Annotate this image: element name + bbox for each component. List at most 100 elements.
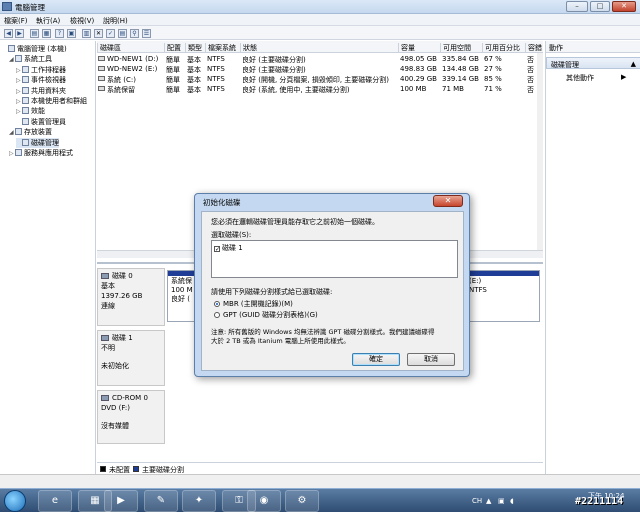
taskbar-media-player-icon[interactable]: ▶ — [104, 490, 138, 512]
tree-item[interactable]: ▷ 效能 — [16, 106, 45, 116]
table-cell: 339.14 GB — [442, 75, 479, 83]
tree-item[interactable]: 磁碟管理 — [16, 137, 59, 148]
delete-icon[interactable]: ✕ — [94, 29, 103, 38]
volume-icon[interactable]: ◖ — [510, 497, 514, 505]
forward-icon[interactable]: ▶ — [15, 29, 24, 38]
taskbar-computer-management-icon[interactable]: ⚙ — [285, 490, 319, 512]
tray-arrow-icon[interactable]: ▲ — [486, 497, 491, 505]
taskbar-app-orange-icon[interactable]: ✦ — [182, 490, 216, 512]
input-language[interactable]: CH — [472, 497, 482, 505]
tree-item[interactable]: 裝置管理員 — [16, 117, 66, 127]
folder-icon[interactable]: ▤ — [30, 29, 39, 38]
partition-e[interactable]: (E:) NTFS — [465, 270, 540, 322]
navigation-tree: 電腦管理 (本機) ◢ 系統工具 ▷ 工作排程器 ▷ 事件檢視器 ▷ 共用資料夾 ▷ 本機使用者和群… — [0, 41, 96, 474]
disk-select-list[interactable]: ✓ 磁碟 1 — [211, 240, 458, 278]
column-header[interactable]: 狀態 — [240, 43, 257, 53]
tree-item[interactable]: ▷ 服務與應用程式 — [9, 148, 73, 158]
tree-node-icon — [22, 86, 29, 94]
console-icon[interactable]: ▣ — [67, 29, 76, 38]
tree-node-icon — [15, 149, 22, 156]
taskbar-paint-icon[interactable]: ✎ — [144, 490, 178, 512]
disk-checkbox[interactable]: ✓ — [214, 246, 220, 253]
tree-item-label: 系統工具 — [24, 55, 52, 64]
title-bar[interactable]: 電腦管理 – □ ✕ — [0, 0, 640, 14]
taskbar: e ▦ ▶ ✎ ✦ ⚿ ◉ ⚙ CH ▲ ▣ ◖ 下午 10:24 — [0, 488, 640, 512]
disk-list-item[interactable]: ✓ 磁碟 1 — [214, 243, 243, 253]
volume-icon — [98, 76, 105, 81]
actions-section-label: 磁碟管理 — [551, 61, 579, 69]
menu-bar: 檔案(F) 執行(A) 檢視(V) 說明(H) — [0, 14, 640, 26]
tree-item-label: 磁碟管理 — [31, 138, 59, 147]
disk-1-label[interactable]: 磁碟 1 不明 未初始化 — [97, 330, 165, 386]
gpt-radio[interactable] — [214, 312, 220, 318]
initialize-disk-dialog: 初始化磁碟 ✕ 您必須在邏輯磁碟管理員能存取它之前初始一個磁碟。 選取磁碟(S)… — [194, 193, 470, 377]
table-cell: 67 % — [484, 55, 502, 63]
partition-system-reserved[interactable]: 系統保 100 M 良好 ( — [167, 270, 197, 322]
partition-name: 系統保 — [171, 277, 192, 285]
column-header[interactable]: 配置 — [164, 43, 181, 53]
menu-view[interactable]: 檢視(V) — [70, 16, 94, 26]
maximize-button[interactable]: □ — [590, 1, 610, 12]
start-button[interactable] — [4, 490, 26, 512]
close-button[interactable]: ✕ — [612, 1, 636, 12]
dialog-intro: 您必須在邏輯磁碟管理員能存取它之前初始一個磁碟。 — [211, 218, 379, 226]
network-icon[interactable]: ▣ — [498, 497, 505, 505]
export-icon[interactable]: ▥ — [82, 29, 91, 38]
tree-item-label: 效能 — [31, 107, 45, 116]
tree-item[interactable]: ▷ 事件檢視器 — [16, 75, 66, 85]
gpt-option[interactable]: GPT (GUID 磁碟分割表格)(G) — [214, 310, 318, 320]
table-cell: WD-NEW1 (D:) — [107, 55, 159, 63]
cancel-button[interactable]: 取消 — [407, 353, 455, 366]
table-row[interactable]: 系統 (C:) 簡單 基本 NTFS 良好 (開機, 分頁檔案, 損毀傾印, 主要磁碟分… — [97, 74, 543, 84]
taskbar-ie-icon[interactable]: e — [38, 490, 72, 512]
table-cell: 335.84 GB — [442, 55, 479, 63]
status-bar — [0, 474, 640, 488]
tree-node-icon — [15, 55, 22, 63]
volume-list-scrollbar[interactable] — [537, 53, 543, 253]
tree-item[interactable]: ◢ 存放裝置 — [9, 127, 52, 137]
tree-item-label: 工作排程器 — [31, 65, 66, 74]
tree-item[interactable]: ◢ 系統工具 — [9, 54, 52, 64]
table-row[interactable]: 系統保留 簡單 基本 NTFS 良好 (系統, 使用中, 主要磁碟分割) 100 MB 71… — [97, 84, 543, 94]
taskbar-chrome-icon[interactable]: ◉ — [247, 490, 281, 512]
tree-item[interactable]: ▷ 工作排程器 — [16, 65, 66, 75]
cdrom-0-label[interactable]: CD-ROM 0 DVD (F:) 沒有媒體 — [97, 390, 165, 444]
back-icon[interactable]: ◀ — [4, 29, 13, 38]
column-header[interactable]: 可用百分比 — [482, 43, 520, 53]
table-row[interactable]: WD-NEW1 (D:) 簡單 基本 NTFS 良好 (主要磁碟分割) 498.05 GB… — [97, 54, 543, 64]
legend-unallocated-swatch — [100, 466, 106, 472]
minimize-button[interactable]: – — [566, 1, 588, 12]
disk-0-label[interactable]: 磁碟 0 基本 1397.26 GB 連線 — [97, 268, 165, 326]
tree-item-label: 服務與應用程式 — [24, 149, 73, 157]
actions-section-disk-management[interactable]: 磁碟管理 ▲ — [546, 57, 640, 69]
column-header[interactable]: 容錯 — [525, 43, 542, 53]
tree-item[interactable]: 電腦管理 (本機) — [2, 44, 67, 54]
volume-icon — [98, 86, 105, 91]
column-header[interactable]: 容量 — [398, 43, 415, 53]
table-cell: 簡單 — [166, 86, 180, 94]
more-actions[interactable]: 其他動作 ▶ — [566, 73, 626, 83]
open-folder-icon[interactable]: ▤ — [118, 29, 127, 38]
dialog-body: 您必須在邏輯磁碟管理員能存取它之前初始一個磁碟。 選取磁碟(S): ✓ 磁碟 1 … — [201, 211, 464, 371]
tree-item[interactable]: ▷ 共用資料夾 — [16, 86, 66, 96]
column-header[interactable]: 檔案系統 — [205, 43, 236, 53]
mbr-radio[interactable] — [214, 301, 220, 307]
check-icon[interactable]: ✓ — [106, 29, 115, 38]
menu-help[interactable]: 說明(H) — [103, 16, 128, 26]
table-row[interactable]: WD-NEW2 (E:) 簡單 基本 NTFS 良好 (主要磁碟分割) 498.83 GB… — [97, 64, 543, 74]
help-icon[interactable]: ? — [55, 29, 64, 38]
menu-file[interactable]: 檔案(F) — [4, 16, 28, 26]
column-header[interactable]: 類型 — [185, 43, 202, 53]
properties-icon[interactable]: ▦ — [42, 29, 51, 38]
search-icon[interactable]: ⚲ — [130, 29, 139, 38]
volume-list-header: 磁碟區 配置 類型 檔案系統 狀態 容量 可用空間 可用百分比 容錯 — [97, 41, 543, 53]
menu-action[interactable]: 執行(A) — [36, 16, 60, 26]
mbr-option[interactable]: MBR (主開機記錄)(M) — [214, 299, 293, 309]
dialog-close-button[interactable]: ✕ — [433, 195, 463, 207]
tree-item[interactable]: ▷ 本機使用者和群組 — [16, 96, 87, 106]
column-header[interactable]: 可用空間 — [440, 43, 471, 53]
table-cell: NTFS — [207, 75, 225, 83]
column-header[interactable]: 磁碟區 — [97, 43, 121, 53]
ok-button[interactable]: 確定 — [352, 353, 400, 366]
list-view-icon[interactable]: ☰ — [142, 29, 151, 38]
